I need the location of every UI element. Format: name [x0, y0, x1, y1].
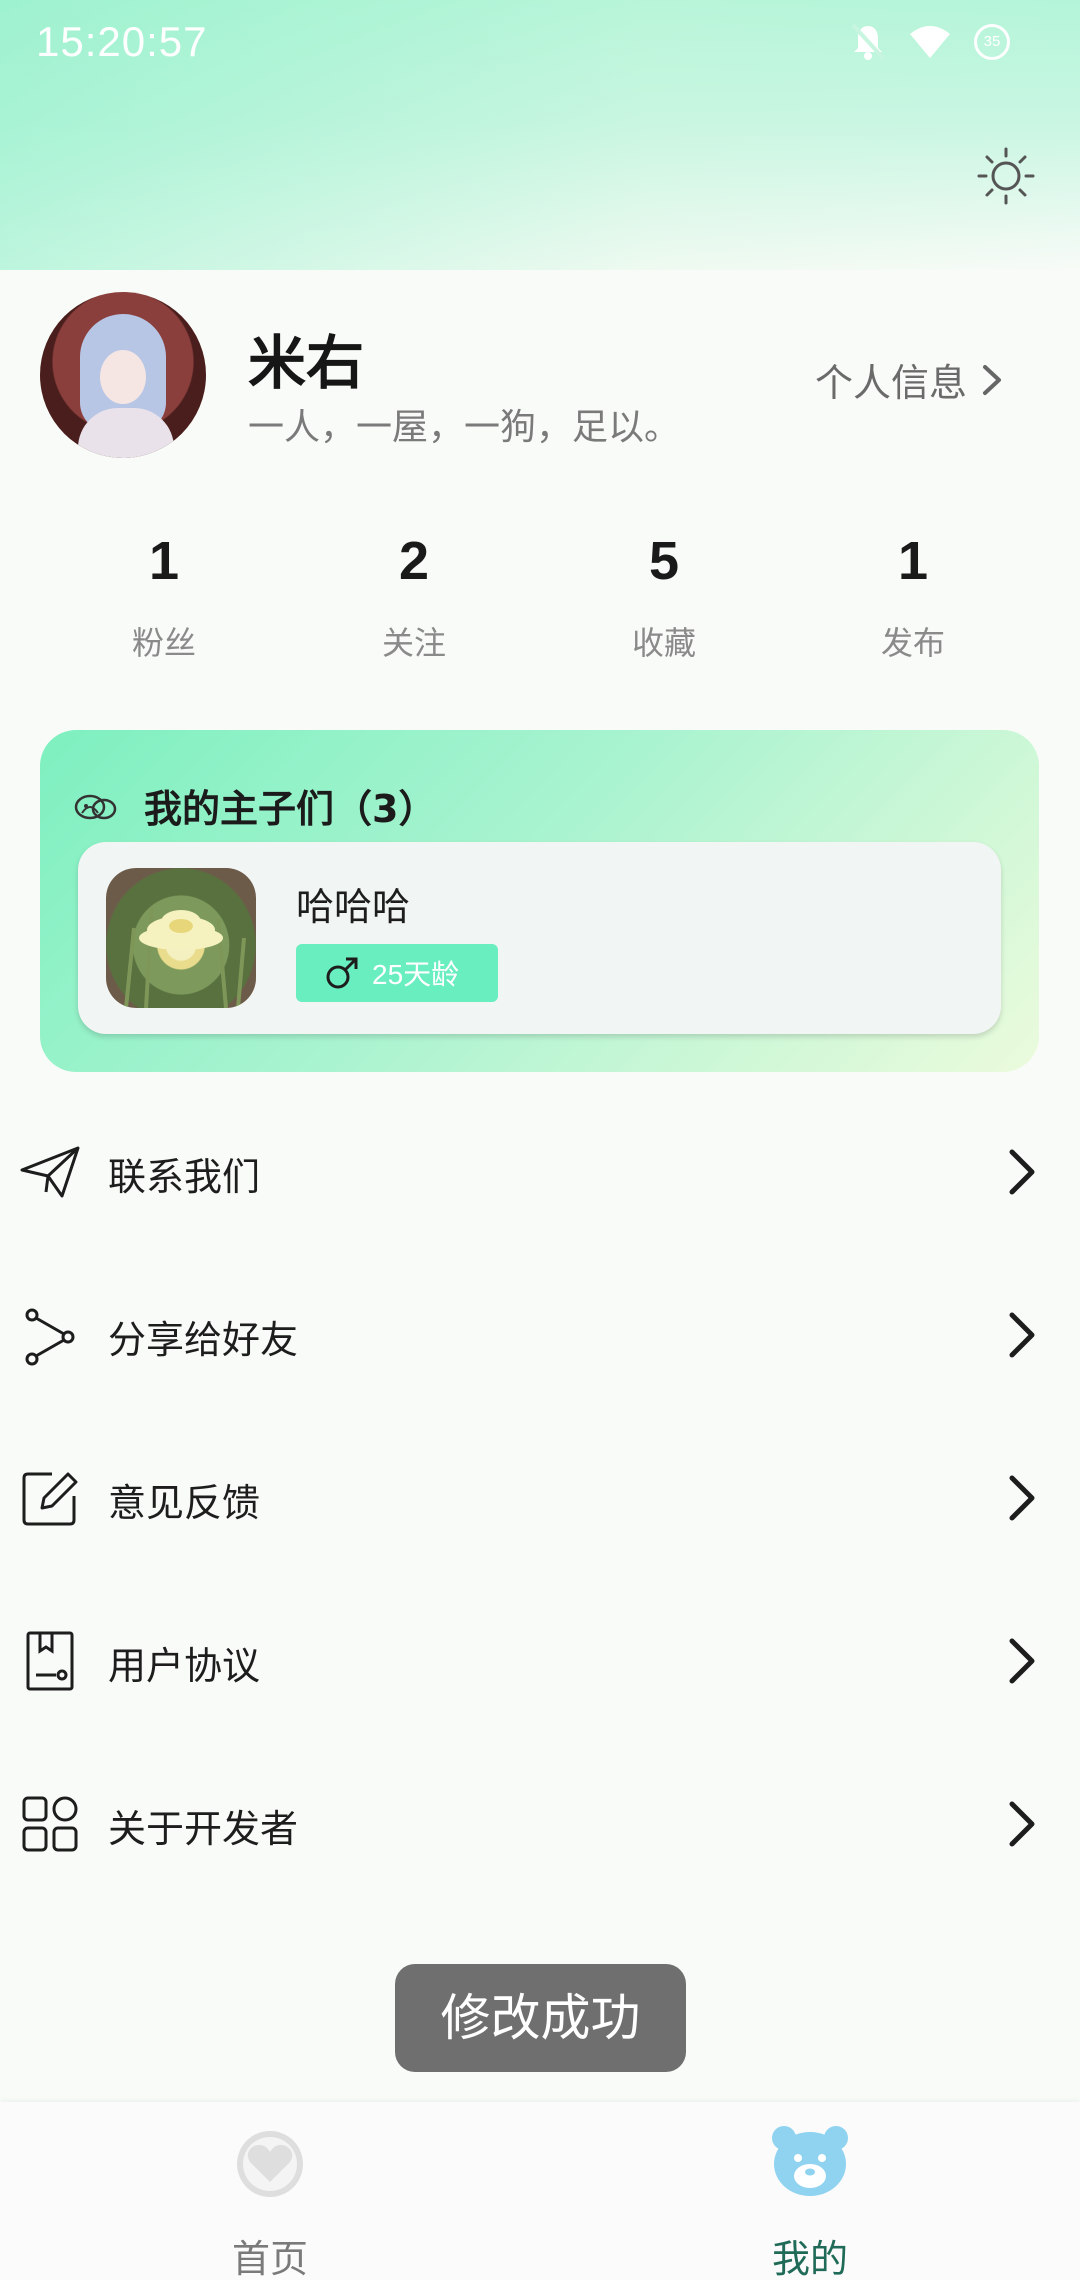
user-bio: 一人，一屋，一狗，足以。 [248, 407, 681, 448]
pet-age: 25天龄 [372, 959, 460, 990]
grid-icon [22, 1796, 78, 1852]
nav-label: 首页 [231, 2237, 308, 2280]
menu-label: 意见反馈 [108, 1481, 261, 1525]
menu-label: 关于开发者 [108, 1807, 299, 1851]
stat-following[interactable]: 2 关注 [314, 530, 514, 664]
chevron-right-icon [1009, 1149, 1035, 1195]
pets-title: 我的主子们（3） [144, 787, 437, 831]
paper-plane-icon [20, 1146, 80, 1198]
heart-icon [237, 2131, 303, 2197]
notifications-off-icon [851, 23, 886, 61]
stat-favorites[interactable]: 5 收藏 [564, 530, 764, 664]
stat-fans[interactable]: 1 粉丝 [64, 530, 264, 664]
nav-tab-home[interactable]: 首页 [120, 2102, 420, 2280]
battery-icon: 35 [974, 24, 1010, 60]
nav-tab-mine[interactable]: 我的 [660, 2102, 960, 2280]
stat-value: 1 [148, 531, 180, 591]
bottom-nav: 首页 我的 [0, 2102, 1080, 2280]
menu-item-feedback[interactable]: 意见反馈 [0, 1434, 1080, 1554]
brightness-icon[interactable] [976, 146, 1036, 206]
stat-label: 发布 [880, 624, 945, 662]
toast-message: 修改成功 [395, 1964, 686, 2072]
menu-item-share[interactable]: 分享给好友 [0, 1271, 1080, 1391]
status-time: 15:20:57 [36, 18, 208, 65]
pets-header: 我的主子们（3） [72, 778, 436, 833]
stat-value: 5 [648, 531, 680, 591]
stats-row: 1 粉丝 2 关注 5 收藏 1 发布 [0, 530, 1080, 680]
chevron-right-icon [1009, 1475, 1035, 1521]
menu-label: 联系我们 [108, 1155, 261, 1199]
nav-label: 我的 [771, 2237, 848, 2280]
pets-card: 我的主子们（3） 哈哈哈 25天龄 [40, 730, 1039, 1072]
chevron-right-icon [1009, 1312, 1035, 1358]
document-icon [26, 1631, 74, 1691]
menu-item-agreement[interactable]: 用户协议 [0, 1597, 1080, 1717]
profile-info-label: 个人信息 [815, 361, 968, 405]
pets-icon [74, 794, 117, 819]
wifi-icon [910, 26, 950, 58]
stat-value: 2 [398, 531, 430, 591]
user-name: 米右 [248, 329, 365, 397]
menu-label: 分享给好友 [108, 1318, 299, 1362]
bear-icon [772, 2126, 848, 2196]
stat-label: 关注 [381, 624, 446, 662]
stat-posts[interactable]: 1 发布 [813, 530, 1013, 664]
profile-info-link[interactable]: 个人信息 [815, 352, 1003, 407]
stat-label: 粉丝 [131, 624, 196, 662]
pet-name: 哈哈哈 [296, 885, 411, 929]
menu-item-contact[interactable]: 联系我们 [0, 1108, 1080, 1228]
chevron-right-icon [1009, 1638, 1035, 1684]
menu-label: 用户协议 [108, 1644, 261, 1688]
battery-level: 35 [983, 33, 1001, 50]
status-bar: 15:20:57 35 [0, 0, 1080, 92]
stat-value: 1 [897, 531, 929, 591]
chevron-right-icon [1009, 1801, 1035, 1847]
pet-list-item[interactable]: 哈哈哈 25天龄 [78, 842, 1001, 1034]
avatar-face [100, 350, 146, 404]
share-icon [25, 1308, 75, 1366]
edit-icon [22, 1472, 78, 1526]
chevron-right-icon [983, 364, 1002, 395]
user-avatar[interactable] [40, 292, 206, 458]
flower-image [124, 907, 246, 1008]
menu-item-developer[interactable]: 关于开发者 [0, 1760, 1080, 1880]
pet-age-badge: 25天龄 [296, 944, 498, 1002]
stat-label: 收藏 [631, 624, 696, 662]
pet-photo [106, 868, 256, 1008]
male-icon [326, 957, 358, 989]
status-icons: 35 [850, 22, 1010, 62]
